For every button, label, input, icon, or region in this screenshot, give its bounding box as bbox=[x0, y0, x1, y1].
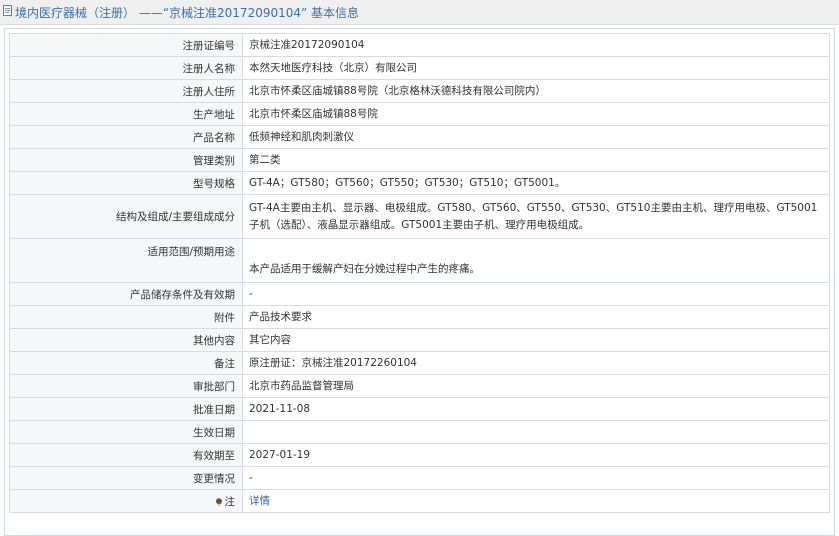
field-label: 审批部门 bbox=[9, 374, 243, 398]
table-row: 生产地址 北京市怀柔区庙城镇88号院 bbox=[9, 102, 830, 126]
table-row-note: 注 详情 bbox=[9, 489, 830, 513]
field-label: 注册人住所 bbox=[9, 79, 243, 103]
field-value: 北京市药品监督管理局 bbox=[242, 374, 830, 398]
field-label: 产品名称 bbox=[9, 125, 243, 149]
field-value: 其它内容 bbox=[242, 328, 830, 352]
field-value: 本产品适用于缓解产妇在分娩过程中产生的疼痛。 bbox=[242, 238, 830, 283]
field-value: 2021-11-08 bbox=[242, 397, 830, 421]
field-label: 其他内容 bbox=[9, 328, 243, 352]
table-row: 注册人住所 北京市怀柔区庙城镇88号院（北京格林沃德科技有限公司院内） bbox=[9, 79, 830, 103]
table-row: 注册证编号 京械注准20172090104 bbox=[9, 33, 830, 57]
field-label: 生效日期 bbox=[9, 420, 243, 444]
field-label: 管理类别 bbox=[9, 148, 243, 172]
field-value: 原注册证：京械注准20172260104 bbox=[242, 351, 830, 375]
field-value bbox=[242, 420, 830, 444]
field-value: 北京市怀柔区庙城镇88号院（北京格林沃德科技有限公司院内） bbox=[242, 79, 830, 103]
field-value: GT-4A主要由主机、显示器、电极组成。GT580、GT560、GT550、GT… bbox=[242, 194, 830, 239]
field-value: GT-4A；GT580；GT560；GT550；GT530；GT510；GT50… bbox=[242, 171, 830, 195]
field-label: 产品储存条件及有效期 bbox=[9, 282, 243, 306]
table-row: 变更情况 - bbox=[9, 466, 830, 490]
field-label: 有效期至 bbox=[9, 443, 243, 467]
field-value: 北京市怀柔区庙城镇88号院 bbox=[242, 102, 830, 126]
table-row: 审批部门 北京市药品监督管理局 bbox=[9, 374, 830, 398]
field-value: 本然天地医疗科技（北京）有限公司 bbox=[242, 56, 830, 80]
field-value: 产品技术要求 bbox=[242, 305, 830, 329]
field-value: - bbox=[242, 466, 830, 490]
document-icon bbox=[3, 5, 12, 16]
table-row: 附件 产品技术要求 bbox=[9, 305, 830, 329]
bulb-icon bbox=[215, 497, 222, 506]
table-row: 备注 原注册证：京械注准20172260104 bbox=[9, 351, 830, 375]
table-row: 注册人名称 本然天地医疗科技（北京）有限公司 bbox=[9, 56, 830, 80]
table-row: 管理类别 第二类 bbox=[9, 148, 830, 172]
table-row: 适用范围/预期用途 本产品适用于缓解产妇在分娩过程中产生的疼痛。 bbox=[9, 238, 830, 283]
table-row: 结构及组成/主要组成成分 GT-4A主要由主机、显示器、电极组成。GT580、G… bbox=[9, 194, 830, 239]
field-label: 结构及组成/主要组成成分 bbox=[9, 194, 243, 239]
note-label-cell: 注 bbox=[9, 489, 243, 513]
field-value: - bbox=[242, 282, 830, 306]
title-bar: 境内医疗器械（注册） ——“京械注准20172090104” 基本信息 bbox=[0, 0, 839, 25]
info-table: 注册证编号 京械注准20172090104 注册人名称 本然天地医疗科技（北京）… bbox=[9, 33, 830, 513]
table-row: 有效期至 2027-01-19 bbox=[9, 443, 830, 467]
note-label: 注 bbox=[224, 495, 236, 508]
info-panel: 注册证编号 京械注准20172090104 注册人名称 本然天地医疗科技（北京）… bbox=[4, 28, 835, 536]
table-row: 型号规格 GT-4A；GT580；GT560；GT550；GT530；GT510… bbox=[9, 171, 830, 195]
field-value: 京械注准20172090104 bbox=[242, 33, 830, 57]
field-label: 注册证编号 bbox=[9, 33, 243, 57]
page-title: 境内医疗器械（注册） ——“京械注准20172090104” 基本信息 bbox=[15, 6, 360, 20]
field-label: 附件 bbox=[9, 305, 243, 329]
field-label: 生产地址 bbox=[9, 102, 243, 126]
details-link[interactable]: 详情 bbox=[249, 495, 270, 507]
field-value: 低频神经和肌肉刺激仪 bbox=[242, 125, 830, 149]
field-label: 批准日期 bbox=[9, 397, 243, 421]
field-label: 备注 bbox=[9, 351, 243, 375]
field-label: 注册人名称 bbox=[9, 56, 243, 80]
field-label: 型号规格 bbox=[9, 171, 243, 195]
note-value: 详情 bbox=[242, 489, 830, 513]
table-row: 批准日期 2021-11-08 bbox=[9, 397, 830, 421]
table-row: 生效日期 bbox=[9, 420, 830, 444]
field-label: 变更情况 bbox=[9, 466, 243, 490]
table-row: 产品名称 低频神经和肌肉刺激仪 bbox=[9, 125, 830, 149]
field-value: 2027-01-19 bbox=[242, 443, 830, 467]
table-row: 产品储存条件及有效期 - bbox=[9, 282, 830, 306]
field-label: 适用范围/预期用途 bbox=[9, 238, 243, 283]
table-row: 其他内容 其它内容 bbox=[9, 328, 830, 352]
field-value: 第二类 bbox=[242, 148, 830, 172]
